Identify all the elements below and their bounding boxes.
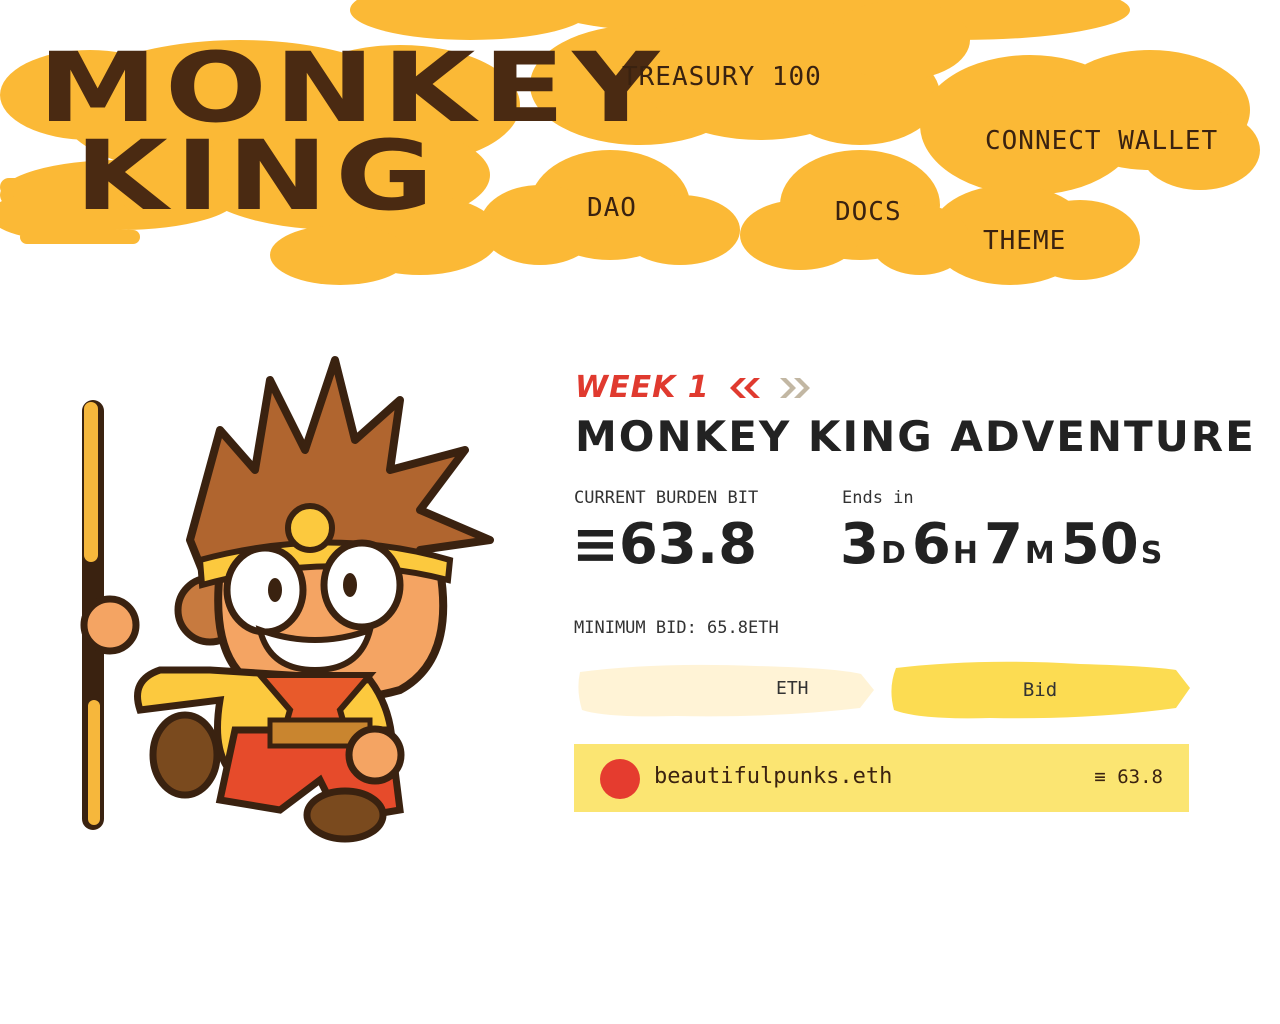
bid-input-container: ETH: [576, 660, 876, 720]
site-logo[interactable]: MONKEY KING: [38, 40, 659, 224]
week-navigation: [730, 378, 810, 398]
auction-title: MONKEY KING ADVENTURE: [575, 412, 1256, 461]
week-label: WEEK 1: [575, 370, 710, 405]
nav-treasury[interactable]: TREASURY 100: [622, 62, 822, 92]
countdown-seconds-unit: S: [1140, 536, 1163, 571]
minimum-bid-label: MINIMUM BID: 65.8ETH: [574, 618, 779, 638]
bidder-name[interactable]: beautifulpunks.eth: [654, 764, 892, 789]
monkey-king-illustration: [80, 356, 494, 843]
countdown-hours: 6: [911, 512, 951, 577]
bid-amount-input[interactable]: [576, 660, 876, 720]
nav-theme[interactable]: THEME: [983, 226, 1066, 256]
countdown-minutes-unit: M: [1024, 536, 1055, 571]
countdown-hours-unit: H: [952, 536, 978, 571]
current-bid-label: CURRENT BURDEN BIT: [574, 488, 759, 508]
countdown-timer: 3D 6H 7M 50S: [840, 512, 1168, 577]
ends-in-label: Ends in: [842, 488, 914, 508]
prev-week-icon[interactable]: [730, 378, 760, 398]
bid-history-row: beautifulpunks.eth ≡ 63.8: [574, 744, 1189, 812]
logo-line-2: KING: [74, 120, 442, 232]
site-header: MONKEY KING TREASURY 100 CONNECT WALLET …: [0, 0, 1280, 300]
bid-amount: ≡ 63.8: [1094, 766, 1163, 788]
nav-dao[interactable]: DAO: [587, 193, 637, 223]
current-bid-value: ≡63.8: [572, 512, 758, 577]
countdown-minutes: 7: [983, 512, 1023, 577]
next-week-icon[interactable]: [780, 378, 810, 398]
bidder-avatar: [600, 759, 640, 799]
countdown-days: 3: [840, 512, 879, 577]
countdown-days-unit: D: [880, 536, 906, 571]
logo-line-1: MONKEY: [38, 32, 667, 144]
bid-button[interactable]: Bid: [890, 658, 1190, 722]
nav-docs[interactable]: DOCS: [835, 197, 902, 227]
nav-connect-wallet[interactable]: CONNECT WALLET: [985, 126, 1218, 156]
countdown-seconds: 50: [1060, 512, 1139, 577]
bid-input-eth-suffix: ETH: [776, 678, 809, 699]
bid-button-label: Bid: [1022, 679, 1058, 701]
